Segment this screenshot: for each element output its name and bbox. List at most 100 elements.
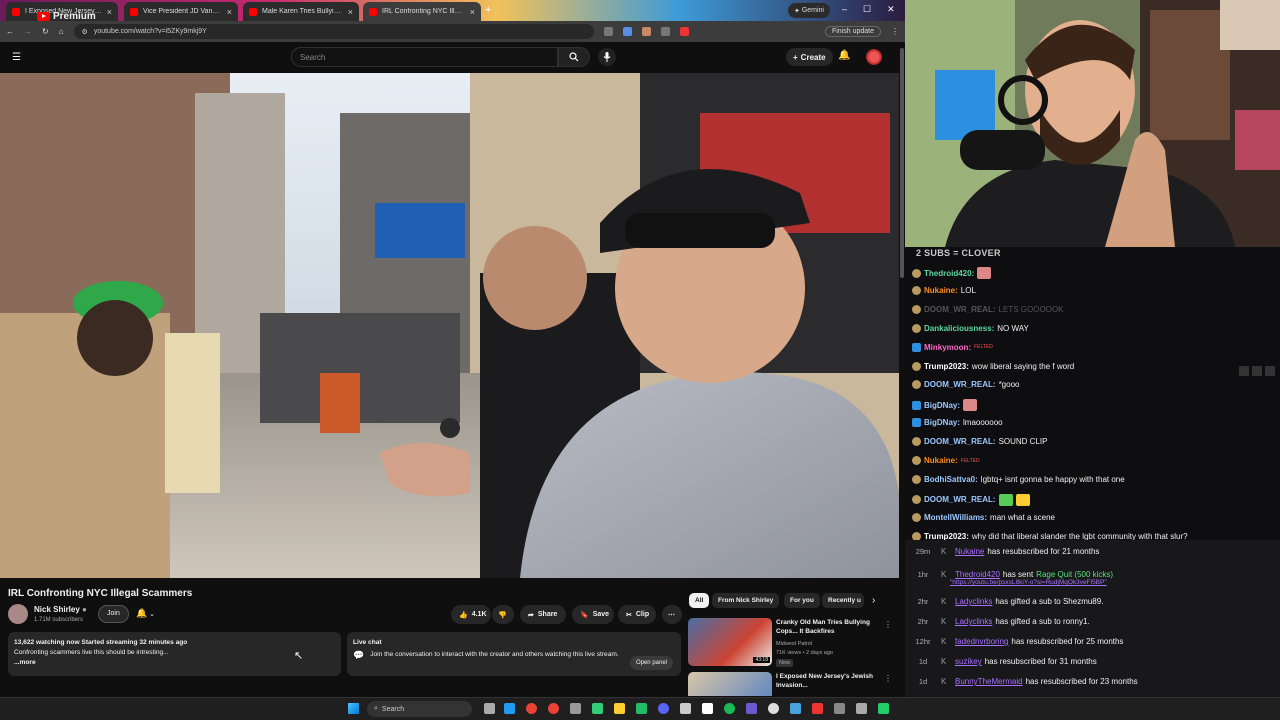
file-explorer-icon[interactable] bbox=[614, 703, 625, 714]
close-window-icon[interactable]: ✕ bbox=[887, 4, 895, 15]
app-icon[interactable] bbox=[790, 703, 801, 714]
spotify-icon[interactable] bbox=[724, 703, 735, 714]
voice-search-button[interactable] bbox=[598, 48, 616, 66]
app-icon[interactable] bbox=[856, 703, 867, 714]
event-username[interactable]: suzikey bbox=[955, 657, 982, 666]
subscription-bell-dropdown[interactable]: 🔔 ⌄ bbox=[136, 608, 155, 619]
chat-username[interactable]: Nukaine: bbox=[924, 286, 958, 295]
video-thumbnail[interactable] bbox=[688, 672, 772, 696]
clip-button[interactable]: ✂ Clip bbox=[618, 605, 656, 624]
app-icon[interactable] bbox=[812, 703, 823, 714]
app-icon[interactable] bbox=[570, 703, 581, 714]
home-icon[interactable]: ⌂ bbox=[59, 27, 64, 36]
recommended-video[interactable]: I Exposed New Jersey's Jewish Invasion..… bbox=[688, 672, 898, 696]
description-box[interactable]: 13,622 watching now Started streaming 32… bbox=[8, 632, 341, 676]
close-tab-icon[interactable]: × bbox=[348, 7, 353, 17]
dislike-button[interactable]: 👎 bbox=[492, 605, 514, 624]
search-input[interactable]: Search bbox=[291, 47, 558, 67]
hamburger-menu-icon[interactable]: ☰ bbox=[12, 52, 21, 63]
more-vertical-icon[interactable]: ⋮ bbox=[884, 620, 892, 629]
app-icon[interactable] bbox=[680, 703, 691, 714]
chip-all[interactable]: All bbox=[689, 593, 710, 608]
minimize-icon[interactable]: – bbox=[842, 4, 847, 15]
close-tab-icon[interactable]: × bbox=[227, 7, 232, 17]
event-username[interactable]: Ladyclinks bbox=[955, 617, 992, 626]
extension-icon[interactable] bbox=[603, 27, 613, 36]
event-username[interactable]: fadednvrboring bbox=[955, 637, 1008, 646]
taskbar-search[interactable]: ⌕ Search bbox=[367, 701, 472, 717]
chat-username[interactable]: DOOM_WR_REAL: bbox=[924, 305, 996, 314]
chat-username[interactable]: Minkymoon: bbox=[924, 343, 971, 352]
chip-recently-uploaded[interactable]: Recently u bbox=[822, 593, 864, 608]
channel-avatar[interactable] bbox=[8, 604, 28, 624]
app-icon[interactable] bbox=[592, 703, 603, 714]
obs-icon[interactable] bbox=[768, 703, 779, 714]
chip-from-channel[interactable]: From Nick Shirley bbox=[712, 593, 780, 608]
app-icon[interactable] bbox=[746, 703, 757, 714]
app-icon[interactable] bbox=[702, 703, 713, 714]
windows-start-icon[interactable] bbox=[348, 703, 359, 714]
notifications-bell-icon[interactable]: 🔔 bbox=[838, 50, 850, 61]
gemini-button[interactable]: ✦ Gemini bbox=[788, 3, 830, 18]
forward-icon[interactable]: → bbox=[24, 27, 32, 36]
chat-username[interactable]: BigDNay: bbox=[924, 418, 960, 427]
more-vertical-icon[interactable]: ⋮ bbox=[884, 674, 892, 683]
chat-username[interactable]: DOOM_WR_REAL: bbox=[924, 380, 996, 389]
more-actions-button[interactable]: ⋯ bbox=[662, 605, 682, 624]
youtube-logo[interactable]: Premium bbox=[37, 11, 96, 22]
reload-icon[interactable]: ↻ bbox=[42, 27, 49, 36]
join-button[interactable]: Join bbox=[98, 605, 129, 623]
browser-tab[interactable]: Male Karen Tries Bullying Office × bbox=[243, 2, 359, 21]
extension-icon[interactable] bbox=[679, 27, 689, 36]
chat-username[interactable]: BigDNay: bbox=[924, 401, 960, 410]
app-icon[interactable] bbox=[878, 703, 889, 714]
page-scrollbar[interactable] bbox=[900, 48, 904, 278]
user-avatar[interactable] bbox=[866, 49, 882, 65]
extension-icon[interactable] bbox=[622, 27, 632, 36]
app-icon[interactable] bbox=[834, 703, 845, 714]
chat-username[interactable]: BodhiSattva0: bbox=[924, 475, 978, 484]
chat-username[interactable]: DOOM_WR_REAL: bbox=[924, 495, 996, 504]
like-button[interactable]: 👍 4.1K bbox=[451, 605, 491, 624]
finish-update-button[interactable]: Finish update bbox=[824, 26, 881, 37]
close-tab-icon[interactable]: × bbox=[107, 7, 112, 17]
event-username[interactable]: Ladyclinks bbox=[955, 597, 992, 606]
trash-icon[interactable] bbox=[1265, 366, 1275, 376]
chat-username[interactable]: Dankaliciousness: bbox=[924, 324, 994, 333]
share-button[interactable]: ➦ Share bbox=[520, 605, 566, 624]
browser-tab[interactable]: Vice President JD Vance Delive × bbox=[124, 2, 238, 21]
extension-icon[interactable] bbox=[660, 27, 670, 36]
site-info-icon[interactable]: ⚙ bbox=[82, 28, 88, 36]
reply-icon[interactable] bbox=[1252, 366, 1262, 376]
save-button[interactable]: 🔖 Save bbox=[572, 605, 614, 624]
event-username[interactable]: BunnyTheMermaid bbox=[955, 677, 1023, 686]
event-username[interactable]: Thedroid420 bbox=[955, 570, 1000, 579]
description-more-link[interactable]: ...more bbox=[14, 658, 335, 668]
browser-tab-active[interactable]: IRL Confronting NYC Illegal × bbox=[363, 2, 481, 21]
chat-username[interactable]: MontellWilliams: bbox=[924, 513, 987, 522]
browser-menu-icon[interactable]: ⋮ bbox=[891, 27, 899, 36]
edge-icon[interactable] bbox=[504, 703, 515, 714]
app-icon[interactable] bbox=[636, 703, 647, 714]
channel-name[interactable]: Nick Shirley ● bbox=[34, 605, 87, 614]
chevron-right-icon[interactable]: › bbox=[872, 595, 875, 606]
maximize-icon[interactable]: ☐ bbox=[863, 4, 871, 15]
video-player[interactable] bbox=[0, 73, 899, 578]
pin-icon[interactable] bbox=[1239, 366, 1249, 376]
close-tab-icon[interactable]: × bbox=[470, 7, 475, 17]
recommended-video[interactable]: 43:18 Cranky Old Man Tries Bullying Cops… bbox=[688, 618, 898, 667]
discord-icon[interactable] bbox=[658, 703, 669, 714]
new-tab-button[interactable]: + bbox=[485, 4, 491, 16]
url-field[interactable]: ⚙ youtube.com/watch?v=i5ZKy9mkj9Y bbox=[73, 24, 594, 39]
chat-username[interactable]: DOOM_WR_REAL: bbox=[924, 437, 996, 446]
chat-username[interactable]: Thedroid420: bbox=[924, 269, 974, 278]
task-view-icon[interactable] bbox=[484, 703, 495, 714]
event-username[interactable]: Nukaine bbox=[955, 547, 984, 556]
chat-username[interactable]: Nukaine: bbox=[924, 456, 958, 465]
back-icon[interactable]: ← bbox=[6, 27, 14, 36]
chip-for-you[interactable]: For you bbox=[784, 593, 820, 608]
search-button[interactable] bbox=[558, 47, 590, 67]
extension-icon[interactable] bbox=[641, 27, 651, 36]
chrome-icon[interactable] bbox=[548, 703, 559, 714]
chrome-icon[interactable] bbox=[526, 703, 537, 714]
